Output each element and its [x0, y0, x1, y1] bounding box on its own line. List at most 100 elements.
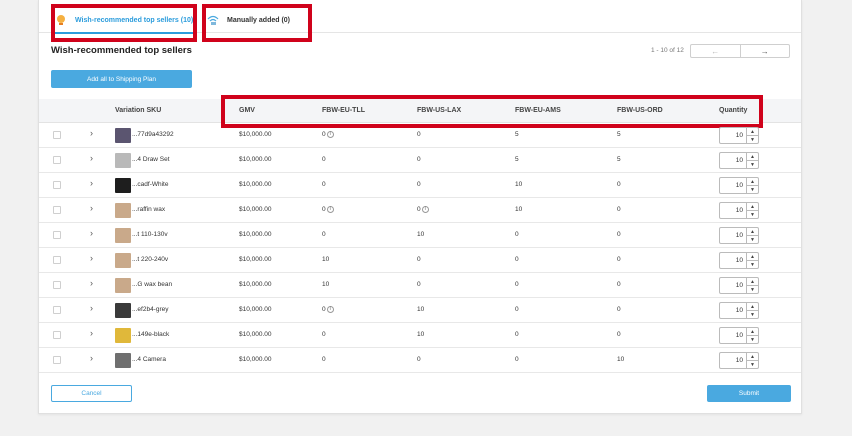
quantity-input[interactable]	[720, 303, 746, 318]
quantity-spinner: ▲ ▼	[746, 178, 758, 193]
quantity-stepper: ▲▼	[719, 277, 759, 294]
gmv-value: $10,000.00	[239, 231, 272, 238]
fbw-eu-tll-count: 0	[322, 206, 326, 214]
fbw-us-lax-value: 0i	[417, 206, 429, 213]
quantity-input[interactable]	[720, 353, 746, 368]
increment-icon[interactable]: ▲	[747, 203, 758, 211]
fbw-eu-ams-value: 0	[515, 281, 519, 288]
quantity-spinner: ▲ ▼	[746, 153, 758, 168]
expand-row-chevron-icon[interactable]: ›	[90, 153, 93, 163]
quantity-input[interactable]	[720, 328, 746, 343]
fbw-eu-ams-value: 5	[515, 156, 519, 163]
decrement-icon[interactable]: ▼	[747, 161, 758, 168]
expand-row-chevron-icon[interactable]: ›	[90, 353, 93, 363]
product-thumbnail	[115, 228, 131, 243]
info-icon[interactable]: i	[326, 306, 334, 313]
decrement-icon[interactable]: ▼	[747, 311, 758, 318]
expand-row-chevron-icon[interactable]: ›	[90, 303, 93, 313]
increment-icon[interactable]: ▲	[747, 253, 758, 261]
row-checkbox[interactable]	[53, 156, 61, 164]
decrement-icon[interactable]: ▼	[747, 136, 758, 143]
row-checkbox[interactable]	[53, 331, 61, 339]
expand-row-chevron-icon[interactable]: ›	[90, 278, 93, 288]
decrement-icon[interactable]: ▼	[747, 286, 758, 293]
variation-sku: ...4 Draw Set	[132, 156, 170, 163]
fbw-us-lax-count: 10	[417, 331, 425, 338]
quantity-stepper: ▲▼	[719, 177, 759, 194]
decrement-icon[interactable]: ▼	[747, 211, 758, 218]
gmv-value: $10,000.00	[239, 356, 272, 363]
fbw-eu-ams-value: 0	[515, 231, 519, 238]
pagination-text: 1 - 10 of 12	[651, 47, 684, 54]
column-header-sku: Variation SKU	[115, 107, 162, 114]
quantity-stepper: ▲▼	[719, 252, 759, 269]
increment-icon[interactable]: ▲	[747, 153, 758, 161]
row-checkbox[interactable]	[53, 281, 61, 289]
row-checkbox[interactable]	[53, 356, 61, 364]
decrement-icon[interactable]: ▼	[747, 336, 758, 343]
gmv-value: $10,000.00	[239, 306, 272, 313]
row-checkbox[interactable]	[53, 181, 61, 189]
expand-row-chevron-icon[interactable]: ›	[90, 203, 93, 213]
increment-icon[interactable]: ▲	[747, 178, 758, 186]
fbw-eu-tll-value: 10	[322, 281, 329, 288]
shipping-plan-panel: Wish-recommended top sellers (10) Manual…	[38, 0, 802, 414]
fbw-us-lax-count: 0	[417, 181, 421, 188]
quantity-input[interactable]	[720, 278, 746, 293]
decrement-icon[interactable]: ▼	[747, 261, 758, 268]
increment-icon[interactable]: ▲	[747, 328, 758, 336]
expand-row-chevron-icon[interactable]: ›	[90, 178, 93, 188]
product-thumbnail	[115, 353, 131, 368]
decrement-icon[interactable]: ▼	[747, 186, 758, 193]
next-page-button[interactable]: →	[741, 45, 790, 57]
row-checkbox[interactable]	[53, 231, 61, 239]
quantity-stepper: ▲▼	[719, 152, 759, 169]
increment-icon[interactable]: ▲	[747, 303, 758, 311]
quantity-spinner: ▲ ▼	[746, 328, 758, 343]
pagination-controls: ← →	[690, 44, 790, 58]
info-icon[interactable]: i	[326, 131, 334, 138]
fbw-us-lax-value: 0	[417, 156, 421, 163]
submit-button[interactable]: Submit	[707, 385, 791, 402]
info-icon[interactable]: i	[326, 206, 334, 213]
quantity-input[interactable]	[720, 178, 746, 193]
quantity-input[interactable]	[720, 153, 746, 168]
prev-page-button[interactable]: ←	[691, 45, 741, 57]
row-checkbox[interactable]	[53, 131, 61, 139]
expand-row-chevron-icon[interactable]: ›	[90, 328, 93, 338]
increment-icon[interactable]: ▲	[747, 278, 758, 286]
add-all-to-shipping-plan-button[interactable]: Add all to Shipping Plan	[51, 70, 192, 88]
fbw-us-lax-count: 0	[417, 206, 421, 214]
fbw-eu-tll-count: 0	[322, 231, 326, 238]
variation-sku: ...cadf-White	[132, 181, 169, 188]
info-icon[interactable]: i	[421, 206, 429, 213]
increment-icon[interactable]: ▲	[747, 353, 758, 361]
quantity-input[interactable]	[720, 228, 746, 243]
variation-sku: ...t 110-130v	[132, 231, 168, 238]
expand-row-chevron-icon[interactable]: ›	[90, 228, 93, 238]
table-row: › ...4 Camera $10,000.00 0 0 0 10 ▲▼	[39, 348, 801, 373]
quantity-input[interactable]	[720, 203, 746, 218]
gmv-value: $10,000.00	[239, 331, 272, 338]
row-checkbox[interactable]	[53, 206, 61, 214]
increment-icon[interactable]: ▲	[747, 228, 758, 236]
variation-sku: ...raffin wax	[132, 206, 166, 213]
fbw-eu-tll-value: 0i	[322, 206, 334, 213]
row-checkbox[interactable]	[53, 306, 61, 314]
product-thumbnail	[115, 303, 131, 318]
decrement-icon[interactable]: ▼	[747, 361, 758, 368]
variation-sku: ...G wax bean	[132, 281, 173, 288]
fbw-us-ord-value: 0	[617, 331, 621, 338]
row-checkbox[interactable]	[53, 256, 61, 264]
quantity-stepper: ▲▼	[719, 127, 759, 144]
quantity-input[interactable]	[720, 253, 746, 268]
quantity-input[interactable]	[720, 128, 746, 143]
fbw-eu-tll-count: 10	[322, 281, 330, 288]
fbw-eu-tll-count: 10	[322, 256, 330, 263]
cancel-button[interactable]: Cancel	[51, 385, 132, 402]
increment-icon[interactable]: ▲	[747, 128, 758, 136]
quantity-stepper: ▲▼	[719, 227, 759, 244]
expand-row-chevron-icon[interactable]: ›	[90, 253, 93, 263]
decrement-icon[interactable]: ▼	[747, 236, 758, 243]
expand-row-chevron-icon[interactable]: ›	[90, 128, 93, 138]
